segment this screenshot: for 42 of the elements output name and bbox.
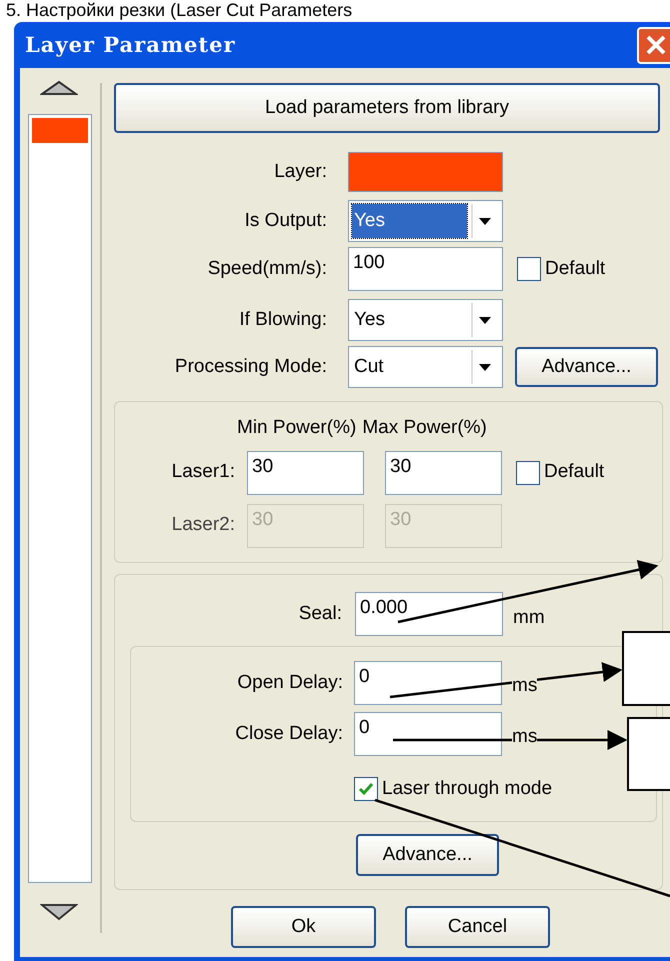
- column-header: Max Power(%): [362, 416, 487, 440]
- page-caption: 5. Настройки резки (Laser Cut Parameters: [5, 0, 354, 22]
- column-header: Min Power(%): [237, 416, 356, 440]
- check-icon: [358, 782, 374, 796]
- max-power-field[interactable]: 30: [385, 450, 502, 494]
- checkbox[interactable]: [517, 257, 541, 281]
- field-label: Laser2:: [170, 513, 236, 538]
- delay-field[interactable]: 0: [354, 712, 502, 756]
- field-label: Is Output:: [244, 208, 327, 233]
- field-label: Processing Mode:: [174, 354, 327, 379]
- window-title: Layer Parameter: [24, 31, 236, 60]
- min-power-field[interactable]: 30: [247, 450, 364, 494]
- field-label: If Blowing:: [238, 308, 327, 332]
- field-label: Close Delay:: [234, 722, 343, 746]
- advance-button[interactable]: Advance...: [515, 347, 658, 387]
- dropdown-value: Yes: [353, 308, 386, 332]
- checkbox-label: Default: [544, 460, 604, 484]
- field-label: Speed(mm/s):: [206, 256, 327, 281]
- load-library-button[interactable]: Load parameters from library: [114, 83, 660, 133]
- field-label: Layer:: [273, 160, 327, 184]
- checkbox-label: Laser through mode: [382, 777, 552, 801]
- scroll-up-icon[interactable]: [40, 80, 78, 96]
- checkbox-label: Default: [545, 256, 606, 281]
- dropdown[interactable]: Yes: [348, 200, 503, 242]
- speed-field[interactable]: 100: [348, 247, 503, 291]
- dropdown-value: Yes: [352, 204, 467, 238]
- checkbox[interactable]: [516, 460, 540, 484]
- unit-label: mm: [513, 606, 545, 630]
- close-icon[interactable]: [637, 26, 670, 64]
- dropdown[interactable]: Yes: [348, 299, 503, 341]
- field-label: Seal:: [298, 602, 342, 626]
- advance-button[interactable]: Advance...: [356, 834, 499, 876]
- delay-field[interactable]: 0: [354, 661, 502, 705]
- dropdown-value: Cut: [353, 355, 385, 379]
- field-label: Open Delay:: [236, 670, 343, 695]
- seal-field[interactable]: 0.000: [355, 592, 503, 636]
- checkbox[interactable]: [354, 777, 378, 802]
- field-label: Laser1:: [170, 460, 236, 484]
- dialog-button[interactable]: Ok: [231, 906, 376, 948]
- dropdown[interactable]: Cut: [348, 346, 503, 388]
- scroll-down-icon[interactable]: [40, 903, 78, 921]
- dialog-button[interactable]: Cancel: [405, 906, 550, 948]
